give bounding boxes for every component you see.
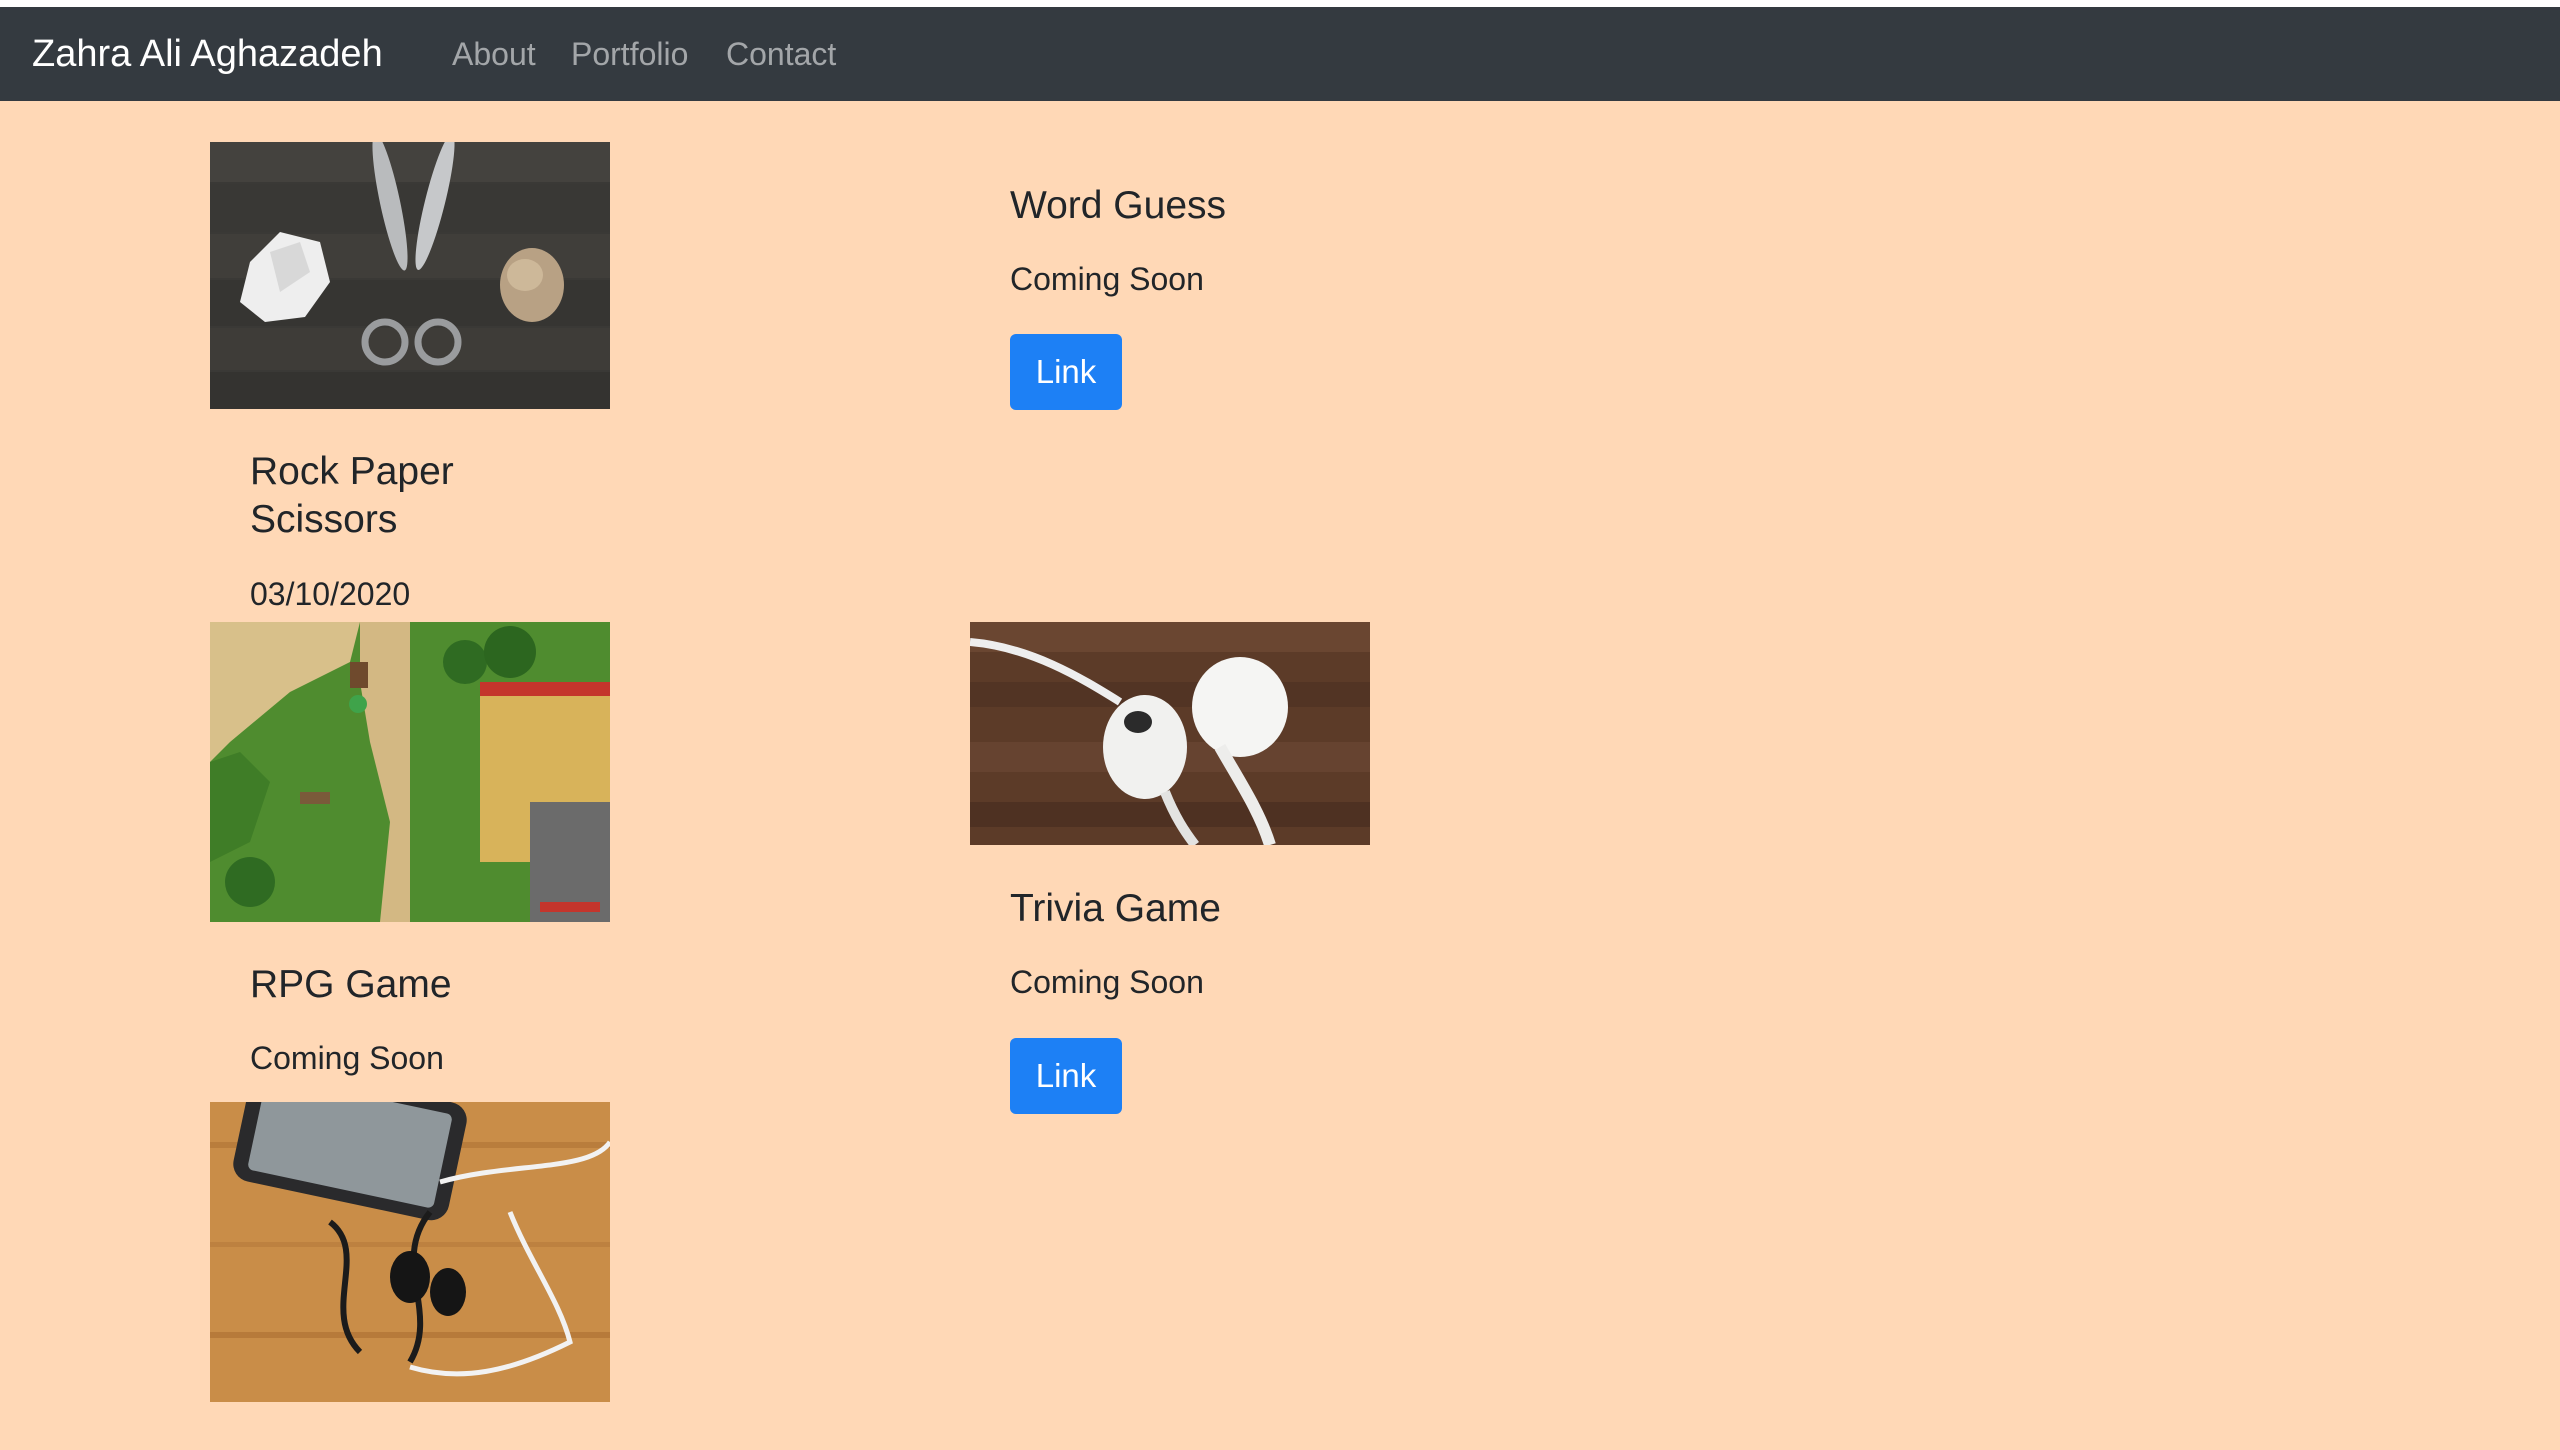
card-title-rock-paper-scissors: Rock Paper Scissors: [250, 450, 454, 541]
card-title-rpg-game: RPG Game: [250, 963, 452, 1006]
nav-link-contact[interactable]: Contact: [726, 7, 836, 101]
navbar-brand[interactable]: Zahra Ali Aghazadeh: [32, 7, 383, 101]
nav-link-about[interactable]: About: [452, 7, 536, 101]
nav-link-portfolio[interactable]: Portfolio: [571, 7, 688, 101]
card-text-rock-paper-scissors: 03/10/2020: [250, 576, 411, 612]
top-strip: [0, 0, 2560, 7]
trivia-game-image: [970, 622, 1370, 845]
word-guess-link-button[interactable]: Link: [1010, 334, 1122, 410]
card-text-word-guess: Coming Soon: [1010, 261, 1204, 297]
card-title-trivia-game: Trivia Game: [1010, 887, 1221, 930]
rpg-game-image: [210, 622, 610, 922]
rock-paper-scissors-image: [210, 142, 610, 409]
phone-headphones-image: [210, 1102, 610, 1402]
card-text-rpg-game: Coming Soon: [250, 1040, 444, 1076]
card-title-word-guess: Word Guess: [1010, 184, 1227, 227]
card-text-trivia-game: Coming Soon: [1010, 964, 1204, 1000]
trivia-game-link-button[interactable]: Link: [1010, 1038, 1122, 1114]
navbar: Zahra Ali Aghazadeh About Portfolio Cont…: [0, 7, 2560, 101]
